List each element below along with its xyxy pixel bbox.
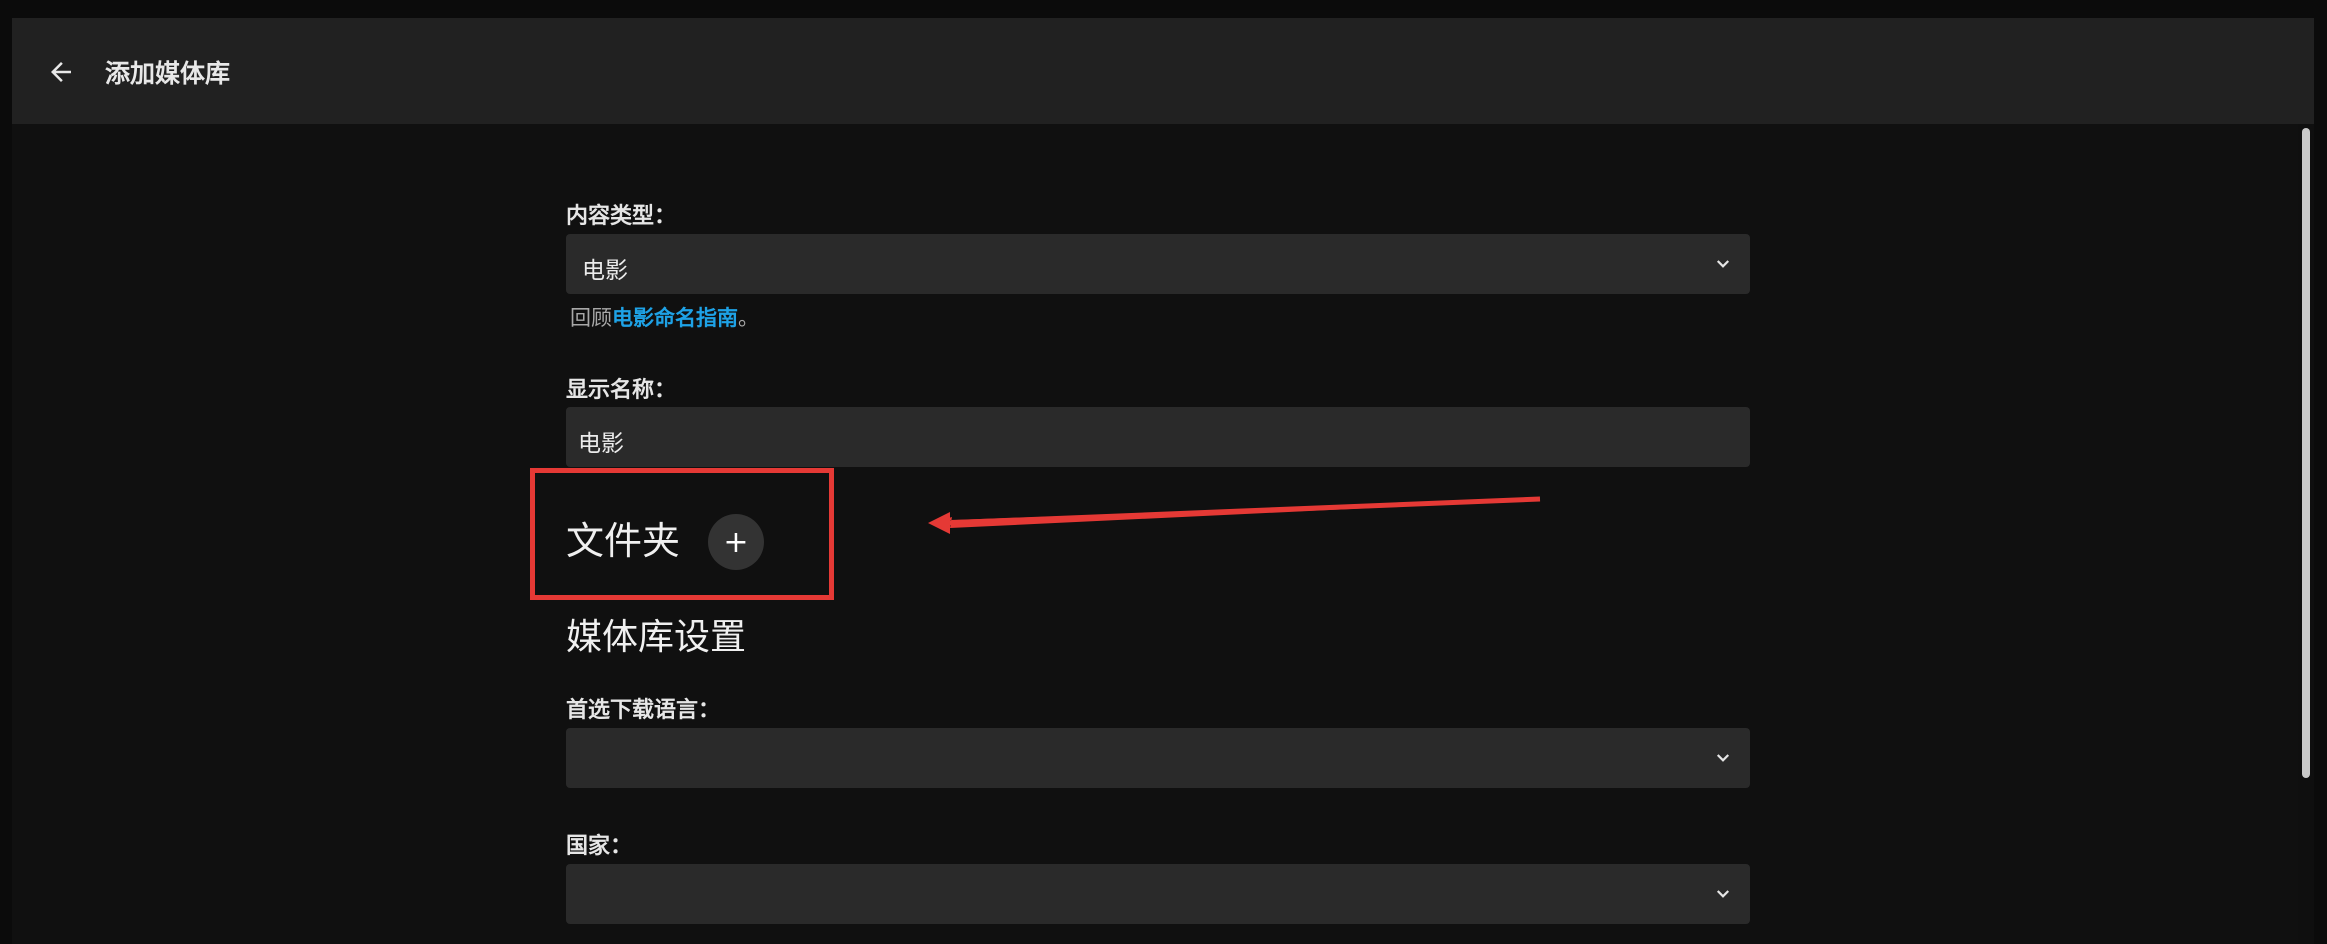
helper-prefix: 回顾 (570, 306, 612, 330)
display-name-value: 电影 (578, 431, 624, 457)
annotation-highlight-box (530, 468, 834, 600)
chevron-down-icon (1716, 890, 1730, 898)
content-type-label: 内容类型： (566, 204, 677, 229)
preferred-language-select[interactable] (566, 728, 1750, 788)
helper-suffix: 。 (738, 306, 759, 330)
scrollbar-thumb[interactable] (2302, 128, 2310, 778)
app-window: 添加媒体库 内容类型： 电影 回顾电影命名指南。 显示名称： 电影 文件夹 + … (12, 18, 2314, 944)
naming-guide-helper: 回顾电影命名指南。 (570, 302, 759, 332)
arrow-left-icon (51, 62, 71, 82)
library-settings-heading: 媒体库设置 (566, 617, 747, 658)
display-name-label: 显示名称： (566, 378, 677, 403)
chevron-down-icon (1716, 260, 1730, 268)
content-type-value: 电影 (582, 258, 628, 284)
country-label: 国家： (566, 834, 633, 859)
page-title: 添加媒体库 (105, 59, 231, 88)
naming-guide-link[interactable]: 电影命名指南 (612, 306, 738, 330)
preferred-language-label: 首选下载语言： (566, 698, 721, 723)
page-header: 添加媒体库 (12, 18, 2314, 124)
country-select[interactable] (566, 864, 1750, 924)
back-button[interactable] (42, 53, 80, 91)
display-name-input[interactable]: 电影 (566, 407, 1750, 467)
content-type-select[interactable]: 电影 (566, 234, 1750, 294)
chevron-down-icon (1716, 754, 1730, 762)
